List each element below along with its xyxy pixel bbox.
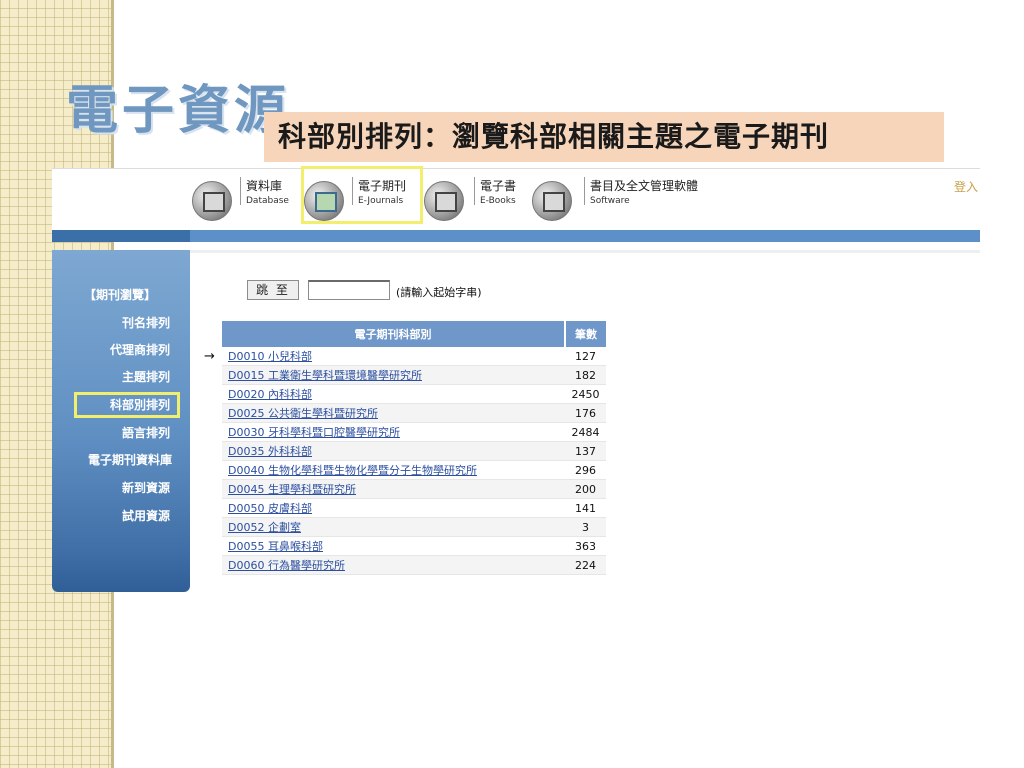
- sidebar-item-subject-sort[interactable]: 主題排列: [122, 368, 170, 385]
- sidebar: 【期刊瀏覽】 刊名排列 代理商排列 主題排列 科部別排列 語言排列 電子期刊資料…: [52, 250, 190, 592]
- department-table: 電子期刊科部別 筆數 D0010 小兒科部 127 D0015 工業衛生學科暨環境…: [222, 321, 606, 575]
- nav-separator: [474, 177, 475, 205]
- top-navigation-bar: 資料庫 Database 電子期刊 E-Journals 電子書 E-Books…: [52, 168, 980, 231]
- table-row: D0045 生理學科暨研究所 200: [222, 479, 606, 499]
- count-cell: 2484: [565, 422, 606, 442]
- count-cell: 3: [565, 517, 606, 537]
- nav-item-database[interactable]: 資料庫 Database: [192, 169, 302, 229]
- nav-label: 電子書: [480, 179, 517, 193]
- department-link[interactable]: D0020 內科科部: [222, 384, 565, 404]
- table-row: D0020 內科科部 2450: [222, 384, 606, 404]
- e-books-icon: [424, 181, 464, 221]
- database-icon: [192, 181, 232, 221]
- nav-label: 書目及全文管理軟體: [590, 179, 699, 193]
- count-cell: 200: [565, 479, 606, 499]
- sidebar-active-highlight: [74, 392, 180, 418]
- department-link[interactable]: D0060 行為醫學研究所: [222, 555, 565, 575]
- software-icon: [532, 181, 572, 221]
- count-cell: 137: [565, 441, 606, 461]
- table-row: D0015 工業衛生學科暨環境醫學研究所 182: [222, 365, 606, 385]
- count-cell: 2450: [565, 384, 606, 404]
- nav-item-software[interactable]: 書目及全文管理軟體 Software: [532, 169, 732, 229]
- table-row: D0025 公共衛生學科暨研究所 176: [222, 403, 606, 423]
- column-header-count: 筆數: [565, 321, 606, 347]
- slide-callout: 科部別排列：瀏覽科部相關主題之電子期刊: [264, 112, 944, 162]
- login-link[interactable]: 登入: [954, 178, 978, 195]
- header-blue-bar-dark: [52, 230, 190, 242]
- count-cell: 296: [565, 460, 606, 480]
- nav-item-e-books[interactable]: 電子書 E-Books: [424, 169, 534, 229]
- count-cell: 224: [565, 555, 606, 575]
- department-link[interactable]: D0025 公共衛生學科暨研究所: [222, 403, 565, 423]
- current-row-pointer: →: [204, 349, 215, 364]
- table-row: D0052 企劃室 3: [222, 517, 606, 537]
- sidebar-item-agent-sort[interactable]: 代理商排列: [110, 341, 170, 358]
- table-row: D0040 生物化學科暨生物化學暨分子生物學研究所 296: [222, 460, 606, 480]
- count-cell: 182: [565, 365, 606, 385]
- column-header-department: 電子期刊科部別: [222, 321, 566, 347]
- count-cell: 176: [565, 403, 606, 423]
- e-journals-highlight: [301, 166, 423, 224]
- department-link[interactable]: D0045 生理學科暨研究所: [222, 479, 565, 499]
- jump-hint: (請輸入起始字串): [396, 286, 482, 299]
- department-link[interactable]: D0052 企劃室: [222, 517, 565, 537]
- content-divider: [190, 250, 980, 253]
- nav-sublabel: E-Books: [480, 196, 516, 206]
- table-row: D0055 耳鼻喉科部 363: [222, 536, 606, 556]
- department-link[interactable]: D0030 牙科學科暨口腔醫學研究所: [222, 422, 565, 442]
- table-row: D0035 外科科部 137: [222, 441, 606, 461]
- jump-input[interactable]: [308, 280, 390, 300]
- sidebar-item-title-sort[interactable]: 刊名排列: [122, 314, 170, 331]
- header-blue-bar: [52, 230, 980, 242]
- sidebar-item-trial-resources[interactable]: 試用資源: [122, 507, 170, 524]
- count-cell: 141: [565, 498, 606, 518]
- department-link[interactable]: D0010 小兒科部: [222, 347, 565, 366]
- department-link[interactable]: D0035 外科科部: [222, 441, 565, 461]
- nav-sublabel: Software: [590, 196, 630, 206]
- table-header-row: 電子期刊科部別 筆數: [222, 321, 606, 347]
- department-link[interactable]: D0055 耳鼻喉科部: [222, 536, 565, 556]
- table-row: D0050 皮膚科部 141: [222, 498, 606, 518]
- table-row: D0010 小兒科部 127: [222, 347, 606, 366]
- nav-sublabel: Database: [246, 196, 289, 206]
- department-link[interactable]: D0015 工業衛生學科暨環境醫學研究所: [222, 365, 565, 385]
- department-link[interactable]: D0050 皮膚科部: [222, 498, 565, 518]
- nav-label: 資料庫: [246, 179, 283, 193]
- jump-button[interactable]: 跳 至: [247, 280, 299, 300]
- table-row: D0060 行為醫學研究所 224: [222, 555, 606, 575]
- sidebar-heading: 【期刊瀏覽】: [84, 288, 157, 302]
- nav-separator: [584, 177, 585, 205]
- department-link[interactable]: D0040 生物化學科暨生物化學暨分子生物學研究所: [222, 460, 565, 480]
- slide-title: 電子資源: [66, 81, 291, 141]
- sidebar-item-new-resources[interactable]: 新到資源: [122, 479, 170, 496]
- nav-separator: [240, 177, 241, 205]
- count-cell: 127: [565, 347, 606, 366]
- count-cell: 363: [565, 536, 606, 556]
- sidebar-item-ejournal-databases[interactable]: 電子期刊資料庫: [88, 451, 172, 468]
- sidebar-item-language-sort[interactable]: 語言排列: [122, 424, 170, 441]
- table-row: D0030 牙科學科暨口腔醫學研究所 2484: [222, 422, 606, 442]
